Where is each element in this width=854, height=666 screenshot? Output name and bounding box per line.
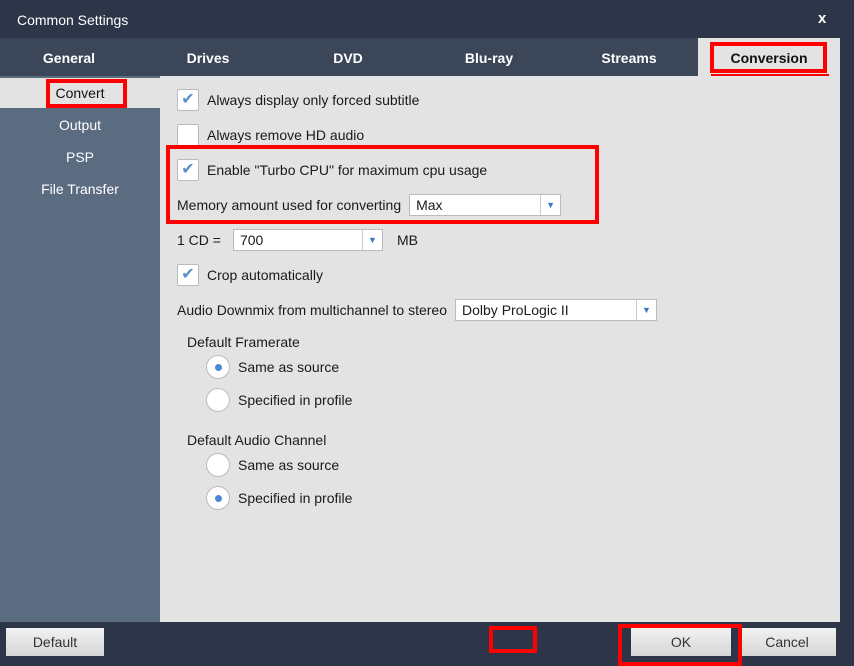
forced-subtitle-label: Always display only forced subtitle [207, 92, 420, 108]
tab-dvd[interactable]: DVD [278, 38, 418, 76]
window-title: Common Settings [17, 12, 129, 28]
close-button[interactable]: x [818, 10, 826, 27]
highlight-underline [711, 74, 829, 76]
audio-same-label: Same as source [238, 457, 340, 473]
chevron-down-icon: ▼ [636, 300, 656, 320]
downmix-select[interactable]: Dolby ProLogic II ▼ [455, 299, 658, 321]
memory-select[interactable]: Max ▼ [409, 194, 562, 216]
framerate-heading: Default Framerate [187, 334, 300, 350]
audio-profile-label: Specified in profile [238, 490, 353, 506]
cd-unit: MB [396, 232, 418, 248]
sidebar-item-convert[interactable]: Convert [0, 78, 160, 108]
turbo-cpu-checkbox[interactable]: ✔ [177, 159, 199, 181]
tab-conversion[interactable]: Conversion [698, 38, 840, 76]
conversion-panel: ✔ Always display only forced subtitle Al… [160, 76, 840, 622]
cancel-button[interactable]: Cancel [738, 628, 836, 656]
remove-hd-audio-label: Always remove HD audio [207, 127, 365, 143]
sidebar-item-output[interactable]: Output [0, 110, 160, 140]
framerate-profile-radio[interactable] [206, 388, 230, 412]
audio-same-radio[interactable] [206, 453, 230, 477]
tab-bluray[interactable]: Blu-ray [418, 38, 560, 76]
ok-button[interactable]: OK [631, 628, 731, 656]
sidebar-item-psp[interactable]: PSP [0, 142, 160, 172]
turbo-cpu-label: Enable "Turbo CPU" for maximum cpu usage [207, 162, 488, 178]
sidebar: Convert Output PSP File Transfer [0, 76, 160, 622]
default-button[interactable]: Default [6, 628, 104, 656]
crop-label: Crop automatically [207, 267, 323, 283]
chevron-down-icon: ▼ [540, 195, 560, 215]
downmix-value: Dolby ProLogic II [462, 302, 569, 318]
tab-bar: General Drives DVD Blu-ray Streams Conve… [0, 38, 840, 76]
audio-channel-heading: Default Audio Channel [187, 432, 327, 448]
framerate-profile-label: Specified in profile [238, 392, 353, 408]
tab-streams[interactable]: Streams [560, 38, 698, 76]
audio-profile-radio[interactable] [206, 486, 230, 510]
tab-general[interactable]: General [0, 38, 138, 76]
chevron-down-icon: ▼ [361, 230, 382, 250]
sidebar-item-file-transfer[interactable]: File Transfer [0, 174, 160, 204]
framerate-same-radio[interactable] [206, 355, 230, 379]
memory-value: Max [416, 197, 443, 213]
forced-subtitle-checkbox[interactable]: ✔ [177, 89, 199, 111]
cd-size-select[interactable]: 700 ▼ [232, 229, 383, 251]
tab-drives[interactable]: Drives [138, 38, 278, 76]
downmix-label: Audio Downmix from multichannel to stere… [177, 302, 448, 318]
cd-label: 1 CD = [177, 232, 221, 248]
window-edge [840, 38, 854, 622]
memory-label: Memory amount used for converting [177, 197, 402, 213]
framerate-same-label: Same as source [238, 359, 340, 375]
remove-hd-audio-checkbox[interactable] [177, 124, 199, 146]
crop-checkbox[interactable]: ✔ [177, 264, 199, 286]
cd-size-value: 700 [239, 232, 264, 248]
